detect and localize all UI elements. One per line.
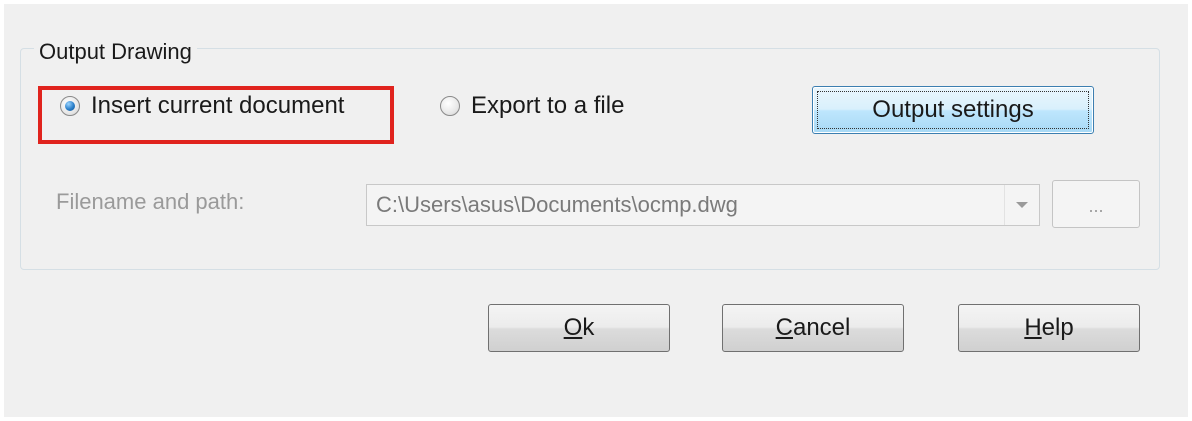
output-dialog: Output Drawing Insert current document E… <box>4 4 1188 417</box>
output-settings-label: Output settings <box>872 96 1034 123</box>
cancel-label: Cancel <box>775 314 851 341</box>
chevron-down-icon[interactable] <box>1004 185 1039 225</box>
filename-path-label: Filename and path: <box>56 189 245 214</box>
output-settings-button[interactable]: Output settings <box>812 86 1094 134</box>
help-label: Help <box>1024 314 1074 341</box>
help-button[interactable]: Help <box>958 304 1140 352</box>
cancel-button[interactable]: Cancel <box>722 304 904 352</box>
ok-label: Ok <box>563 314 595 341</box>
export-to-file-radio[interactable]: Export to a file <box>440 92 624 120</box>
filename-path-value: C:\Users\asus\Documents\ocmp.dwg <box>376 192 738 217</box>
browse-button[interactable]: ... <box>1052 180 1140 228</box>
filename-path-combobox[interactable]: C:\Users\asus\Documents\ocmp.dwg <box>366 184 1040 226</box>
export-to-file-label: Export to a file <box>471 92 625 119</box>
browse-label: ... <box>1088 196 1104 216</box>
ok-button[interactable]: Ok <box>488 304 670 352</box>
annotation-highlight-box <box>38 86 394 144</box>
output-drawing-groupbox <box>20 48 1160 270</box>
radio-unselected-icon <box>440 96 460 116</box>
output-drawing-group-title: Output Drawing <box>34 40 197 64</box>
